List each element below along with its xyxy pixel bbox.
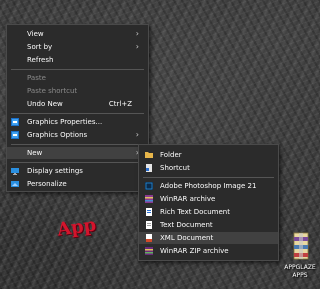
submenu-item-winrar-archive[interactable]: WinRAR archive (139, 193, 278, 205)
personalize-icon (11, 180, 19, 188)
menu-divider (11, 144, 144, 145)
menu-item-refresh[interactable]: Refresh (7, 54, 148, 66)
menu-item-undo-new[interactable]: Undo New Ctrl+Z (7, 98, 148, 110)
intel-graphics-icon (11, 118, 19, 126)
menu-item-personalize[interactable]: Personalize (7, 178, 148, 190)
chevron-right-icon: › (135, 130, 139, 139)
submenu-item-text-document[interactable]: Text Document (139, 219, 278, 231)
menu-item-view[interactable]: View › (7, 28, 148, 40)
intel-graphics-icon (11, 131, 19, 139)
menu-item-paste[interactable]: Paste (7, 72, 148, 84)
menu-item-new[interactable]: New › (7, 147, 148, 159)
chevron-right-icon: › (135, 42, 139, 51)
chevron-right-icon: › (135, 29, 139, 38)
menu-divider (11, 113, 144, 114)
menu-item-paste-shortcut[interactable]: Paste shortcut (7, 85, 148, 97)
winrar-zip-icon (145, 247, 153, 255)
menu-divider (11, 69, 144, 70)
submenu-item-shortcut[interactable]: Shortcut (139, 162, 278, 174)
rtf-icon (145, 208, 153, 216)
submenu-item-photoshop-image[interactable]: Adobe Photoshop Image 21 (139, 180, 278, 192)
desktop-icon-label: APPGLAZE APPS (284, 264, 316, 279)
menu-item-graphics-properties[interactable]: Graphics Properties... (7, 116, 148, 128)
menu-item-graphics-options[interactable]: Graphics Options › (7, 129, 148, 141)
menu-divider (143, 177, 274, 178)
submenu-item-winrar-zip-archive[interactable]: WinRAR ZIP archive (139, 245, 278, 257)
shortcut-hint: Ctrl+Z (108, 100, 132, 108)
submenu-item-rich-text-document[interactable]: Rich Text Document (139, 206, 278, 218)
submenu-item-xml-document[interactable]: XML Document (139, 232, 278, 244)
new-submenu: Folder Shortcut Adobe Photoshop Image 21… (138, 144, 279, 261)
winrar-icon (145, 195, 153, 203)
menu-item-display-settings[interactable]: Display settings (7, 165, 148, 177)
menu-divider (11, 162, 144, 163)
photoshop-icon (145, 182, 153, 190)
winrar-archive-desktop-icon[interactable] (290, 231, 312, 261)
text-document-icon (145, 221, 153, 229)
display-icon (11, 167, 19, 175)
folder-icon (145, 151, 153, 159)
menu-item-sort-by[interactable]: Sort by › (7, 41, 148, 53)
desktop-context-menu: View › Sort by › Refresh Paste Paste sho… (6, 24, 149, 192)
submenu-item-folder[interactable]: Folder (139, 149, 278, 161)
shortcut-icon (145, 164, 153, 172)
xml-icon (145, 234, 153, 242)
